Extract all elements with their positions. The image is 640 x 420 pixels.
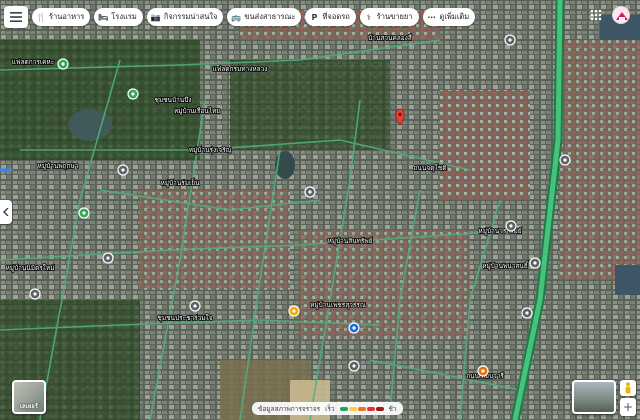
poi-pin-shop[interactable] [529,257,541,269]
chip-camera[interactable]: 📷 กิจกรรมน่าสนใจ [146,8,224,26]
poi-pin-shop[interactable] [189,300,201,312]
more-icon: ⋯ [427,12,436,22]
poi-pin-park[interactable] [127,88,139,100]
menu-button[interactable] [4,6,28,28]
chip-label: ร้านขายยา [376,12,413,21]
traffic-legend: ข้อมูลสภาพการจราจร เร็ว ช้า [252,402,403,415]
poi-pin-park[interactable] [78,207,90,219]
poi-pin-hotel[interactable] [477,365,489,377]
map-overlay-layer: แฟลตกรมทางหลวงชุมชนบ้านบึง หมู่บ้านเรือนไ… [0,0,640,420]
pegman-button[interactable] [620,380,636,396]
poi-pin-temple[interactable] [117,164,129,176]
hamburger-icon [10,12,22,22]
chip-more[interactable]: ⋯ ดูเพิ่มเติม [422,8,476,26]
camera-icon: 📷 [150,12,161,22]
parking-icon: P [311,12,318,22]
chip-label: โรงแรม [111,12,137,21]
chip-pharmacy[interactable]: ⚕ ร้านขายยา [359,8,419,26]
chip-hotel[interactable]: 🛏 โรงแรม [94,8,143,26]
chip-label: ขนส่งสาธารณะ [244,12,296,21]
poi-pin-shop[interactable] [559,154,571,166]
pharmacy-icon: ⚕ [366,12,371,22]
apps-grid-icon[interactable] [590,9,602,21]
poi-pin-mall[interactable] [504,34,516,46]
traffic-color-swatch [348,406,357,411]
traffic-color-swatch [339,406,348,411]
poi-pin-bus[interactable] [348,322,360,334]
transit-icon: 🚌 [231,12,242,22]
zoom-in-button[interactable]: + [620,398,636,416]
place-label[interactable]: แฟลตการเคหะ [11,57,55,67]
poi-pin-restaurant[interactable] [288,305,300,317]
pegman-icon [625,382,631,394]
traffic-color-swatch [366,406,375,411]
place-label[interactable]: ชุมชนประชาร่วมใจ [157,313,214,323]
selected-location-pin-icon[interactable] [395,108,405,126]
map-view[interactable]: แฟลตกรมทางหลวงชุมชนบ้านบึง หมู่บ้านเรือนไ… [0,0,640,420]
traffic-color-swatch [357,406,366,411]
place-label[interactable]: หมู่บ้านพฤกษา [37,161,80,171]
chip-label: ที่จอดรถ [322,12,350,21]
chip-label: กิจกรรมน่าสนใจ [163,12,218,21]
traffic-color-swatch [375,406,384,411]
place-label[interactable]: ชุมชนบ้านบึง [154,95,193,105]
place-label[interactable]: ถนนจตุโชติ [413,163,448,173]
traffic-legend-label: ข้อมูลสภาพการจราจร [258,404,321,413]
chip-label: ร้านอาหาร [49,12,85,21]
map-markers: แฟลตกรมทางหลวงชุมชนบ้านบึงหมู่บ้านเรือนไ… [5,32,571,381]
poi-pin-shop[interactable] [521,307,533,319]
chevron-left-icon [3,208,9,216]
poi-pin-shop[interactable] [348,360,360,372]
traffic-color-scale [339,406,384,411]
poi-pin-shop[interactable] [304,186,316,198]
chip-parking[interactable]: P ที่จอดรถ [305,8,356,26]
selected-pin-dot [398,112,402,117]
place-label[interactable]: หมู่บ้านเรือนไทย [173,106,221,116]
category-chip-bar: 🍴 ร้านอาหาร 🛏 โรงแรม 📷 กิจกรรมน่าสนใจ 🚌 ขนส่งสา… [4,6,476,28]
place-label[interactable]: หมู่บ้านนิมิตรใหม่ [5,263,56,273]
hotel-icon: 🛏 [98,12,109,22]
layers-button[interactable]: เลเยอร์ [12,380,46,414]
chip-list: 🍴 ร้านอาหาร 🛏 โรงแรม 📷 กิจกรรมน่าสนใจ 🚌 ขนส่งสา… [32,8,476,26]
poi-pin-shop[interactable] [29,288,41,300]
street-view-thumbnail[interactable] [572,380,616,414]
place-label[interactable]: บ้านสวนคลองสี่ [367,32,412,43]
place-label[interactable]: หมู่บ้านสินทรัพย์ [327,236,374,246]
collapse-panel-button[interactable] [0,200,12,224]
chip-transit[interactable]: 🚌 ขนส่งสาธารณะ [227,8,302,26]
poi-pin-shop[interactable] [102,252,114,264]
poi-pin-school[interactable] [57,58,69,70]
place-label[interactable]: หมู่บ้านเพชรสุวรรณ [309,300,366,310]
place-label[interactable]: หมู่บ้านร่มเย็น [160,177,201,188]
avatar[interactable] [612,6,630,24]
layers-label: เลเยอร์ [19,403,39,410]
place-label[interactable]: หมู่บ้านพนาสนธิ์ [481,260,530,271]
traffic-slow-label: ช้า [388,404,397,413]
chip-label: ดูเพิ่มเติม [439,12,470,21]
poi-pin-shop[interactable] [505,220,517,232]
place-label[interactable]: แฟลตกรมทางหลวง [212,64,269,74]
traffic-fast-label: เร็ว [325,404,335,413]
fork-knife-icon: 🍴 [36,12,46,22]
chip-fork-knife[interactable]: 🍴 ร้านอาหาร [32,8,91,26]
place-label[interactable]: หมู่บ้านรุ่งเจริญ [188,145,233,155]
